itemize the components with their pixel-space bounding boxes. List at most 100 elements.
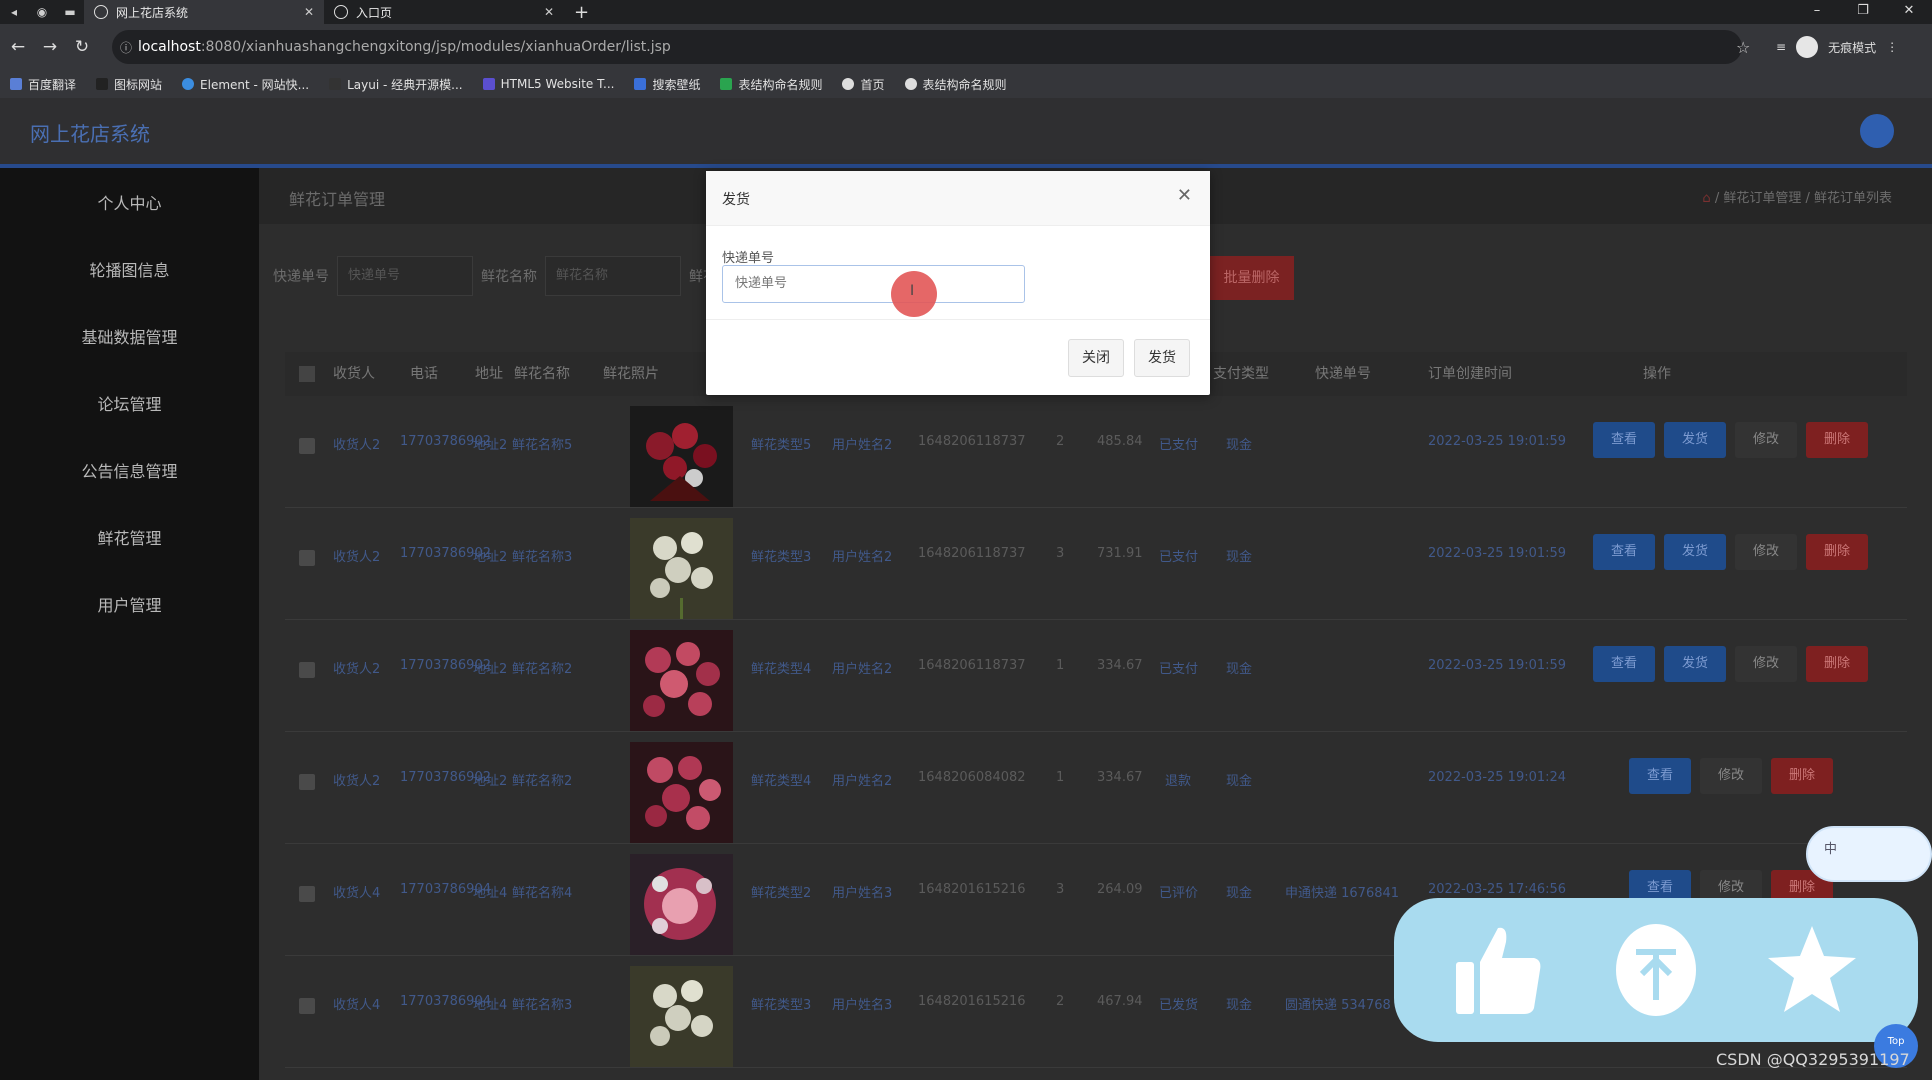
ship-button[interactable]: 发货 <box>1664 534 1726 570</box>
flower-photo <box>630 630 733 731</box>
home-icon[interactable]: ⌂ <box>1702 191 1710 206</box>
view-button[interactable]: 查看 <box>1593 422 1655 458</box>
bookmark-star-icon[interactable]: ☆ <box>1736 38 1750 57</box>
browser-tab-bar: ◂ ◉ ▬ 网上花店系统 ✕ 入口页 ✕ + – ❐ ✕ <box>0 0 1932 24</box>
incognito-icon[interactable] <box>1796 36 1819 58</box>
cell-order-no: 1648206118737 <box>918 658 1026 673</box>
edit-button[interactable]: 修改 <box>1735 422 1797 458</box>
bookmark-item[interactable]: 表结构命名规则 <box>904 76 1007 93</box>
ship-confirm-button[interactable]: 发货 <box>1134 339 1190 377</box>
express-search-input[interactable]: 快递单号 <box>337 256 473 296</box>
tab-title: 网上花店系统 <box>116 5 189 20</box>
bookmark-item[interactable]: Element - 网站快... <box>182 76 309 93</box>
delete-button[interactable]: 删除 <box>1806 422 1868 458</box>
bookmark-item[interactable]: 图标网站 <box>96 76 162 93</box>
new-tab-icon[interactable]: + <box>574 2 589 23</box>
url-field[interactable]: ⓘ localhost:8080/xianhuashangchengxitong… <box>112 30 1742 64</box>
bookmark-item[interactable]: 首页 <box>842 76 885 93</box>
reading-list-icon[interactable]: ≡ <box>1776 40 1786 54</box>
view-button[interactable]: 查看 <box>1629 758 1691 794</box>
row-checkbox[interactable] <box>299 774 315 790</box>
star-icon[interactable] <box>1768 922 1856 1018</box>
audio-icon[interactable]: ◂ <box>0 0 28 24</box>
sidebar: 个人中心 轮播图信息 基础数据管理 论坛管理 公告信息管理 鲜花管理 用户管理 <box>0 168 259 1080</box>
cell-receiver: 收货人2 <box>333 438 381 453</box>
cell-pay: 现金 <box>1226 662 1253 677</box>
row-checkbox[interactable] <box>299 438 315 454</box>
edit-button[interactable]: 修改 <box>1735 534 1797 570</box>
bookmark-label: Element - 网站快... <box>200 77 310 92</box>
tab-inactive[interactable]: 入口页 ✕ <box>324 0 564 24</box>
cell-address: 地址4 <box>473 998 508 1013</box>
close-window-icon[interactable]: ✕ <box>1886 0 1932 24</box>
ship-button[interactable]: 发货 <box>1664 422 1726 458</box>
row-checkbox[interactable] <box>299 550 315 566</box>
view-button[interactable]: 查看 <box>1593 534 1655 570</box>
flower-search-input[interactable]: 鲜花名称 <box>545 256 681 296</box>
sidebar-item-carousel[interactable]: 轮播图信息 <box>0 235 259 302</box>
bookmark-icon <box>482 78 495 90</box>
reload-icon[interactable]: ↻ <box>66 37 98 57</box>
cell-receiver: 收货人2 <box>333 662 381 677</box>
thumbs-up-icon[interactable] <box>1454 922 1542 1018</box>
tab-close-icon[interactable]: ✕ <box>304 5 314 19</box>
header-checkbox[interactable] <box>299 366 315 382</box>
cell-express: 圆通快递 534768 <box>1285 998 1391 1013</box>
minimize-icon[interactable]: – <box>1794 0 1840 24</box>
delete-button[interactable]: 删除 <box>1806 646 1868 682</box>
table-row: 收货人2 17703786902 地址2 鲜花名称2 鲜花类型4 用户姓名2 1… <box>285 620 1907 732</box>
delete-button[interactable]: 删除 <box>1771 758 1833 794</box>
bookmark-icon <box>329 78 342 90</box>
window-icon[interactable]: ▬ <box>56 0 84 24</box>
col-pay-type: 支付类型 <box>1213 366 1269 382</box>
user-avatar-icon[interactable] <box>1860 114 1894 148</box>
search-row: 快递单号 快递单号 鲜花名称 鲜花名称 鲜花 <box>273 256 717 296</box>
col-actions: 操作 <box>1643 366 1671 382</box>
close-icon[interactable]: ✕ <box>1177 185 1192 206</box>
cell-type: 鲜花类型5 <box>751 438 812 453</box>
cell-qty: 3 <box>1056 882 1065 897</box>
flower-photo <box>630 742 733 843</box>
delete-button[interactable]: 删除 <box>1806 534 1868 570</box>
cell-type: 鲜花类型2 <box>751 886 812 901</box>
cell-price: 334.67 <box>1097 770 1143 785</box>
express-number-input[interactable]: 快递单号 <box>722 265 1025 303</box>
tab-active[interactable]: 网上花店系统 ✕ <box>84 0 324 24</box>
bookmark-item[interactable]: 百度翻译 <box>10 76 76 93</box>
row-checkbox[interactable] <box>299 886 315 902</box>
menu-icon[interactable]: ⋮ <box>1886 40 1898 54</box>
site-info-icon[interactable]: ⓘ <box>120 39 132 56</box>
sidebar-item-notice[interactable]: 公告信息管理 <box>0 436 259 503</box>
bookmark-item[interactable]: HTML5 Website T... <box>482 77 614 91</box>
col-flower: 鲜花名称 <box>514 366 570 382</box>
close-button[interactable]: 关闭 <box>1068 339 1124 377</box>
edit-button[interactable]: 修改 <box>1700 758 1762 794</box>
row-checkbox[interactable] <box>299 662 315 678</box>
sidebar-item-users[interactable]: 用户管理 <box>0 570 259 637</box>
ime-indicator[interactable]: 中 <box>1806 826 1932 882</box>
batch-delete-button[interactable]: 批量删除 <box>1209 256 1294 300</box>
flower-photo <box>630 966 733 1067</box>
forward-icon[interactable]: → <box>34 37 66 57</box>
cell-receiver: 收货人2 <box>333 774 381 789</box>
sidebar-item-forum[interactable]: 论坛管理 <box>0 369 259 436</box>
cell-type: 鲜花类型3 <box>751 998 812 1013</box>
address-bar: ← → ↻ ⓘ localhost:8080/xianhuashangcheng… <box>0 24 1932 70</box>
browser-logo-icon[interactable]: ◉ <box>28 0 56 24</box>
bookmark-label: 表结构命名规则 <box>738 77 823 92</box>
tab-favicon-icon <box>94 5 108 19</box>
sidebar-item-profile[interactable]: 个人中心 <box>0 168 259 235</box>
top-arrow-icon[interactable] <box>1612 922 1700 1018</box>
back-icon[interactable]: ← <box>2 37 34 57</box>
tab-close-icon[interactable]: ✕ <box>544 5 554 19</box>
bookmark-item[interactable]: 搜索壁纸 <box>634 76 700 93</box>
row-checkbox[interactable] <box>299 998 315 1014</box>
edit-button[interactable]: 修改 <box>1735 646 1797 682</box>
sidebar-item-basedata[interactable]: 基础数据管理 <box>0 302 259 369</box>
view-button[interactable]: 查看 <box>1593 646 1655 682</box>
restore-icon[interactable]: ❐ <box>1840 0 1886 24</box>
bookmark-item[interactable]: Layui - 经典开源模... <box>329 76 463 93</box>
ship-button[interactable]: 发货 <box>1664 646 1726 682</box>
sidebar-item-flowers[interactable]: 鲜花管理 <box>0 503 259 570</box>
bookmark-item[interactable]: 表结构命名规则 <box>720 76 822 93</box>
